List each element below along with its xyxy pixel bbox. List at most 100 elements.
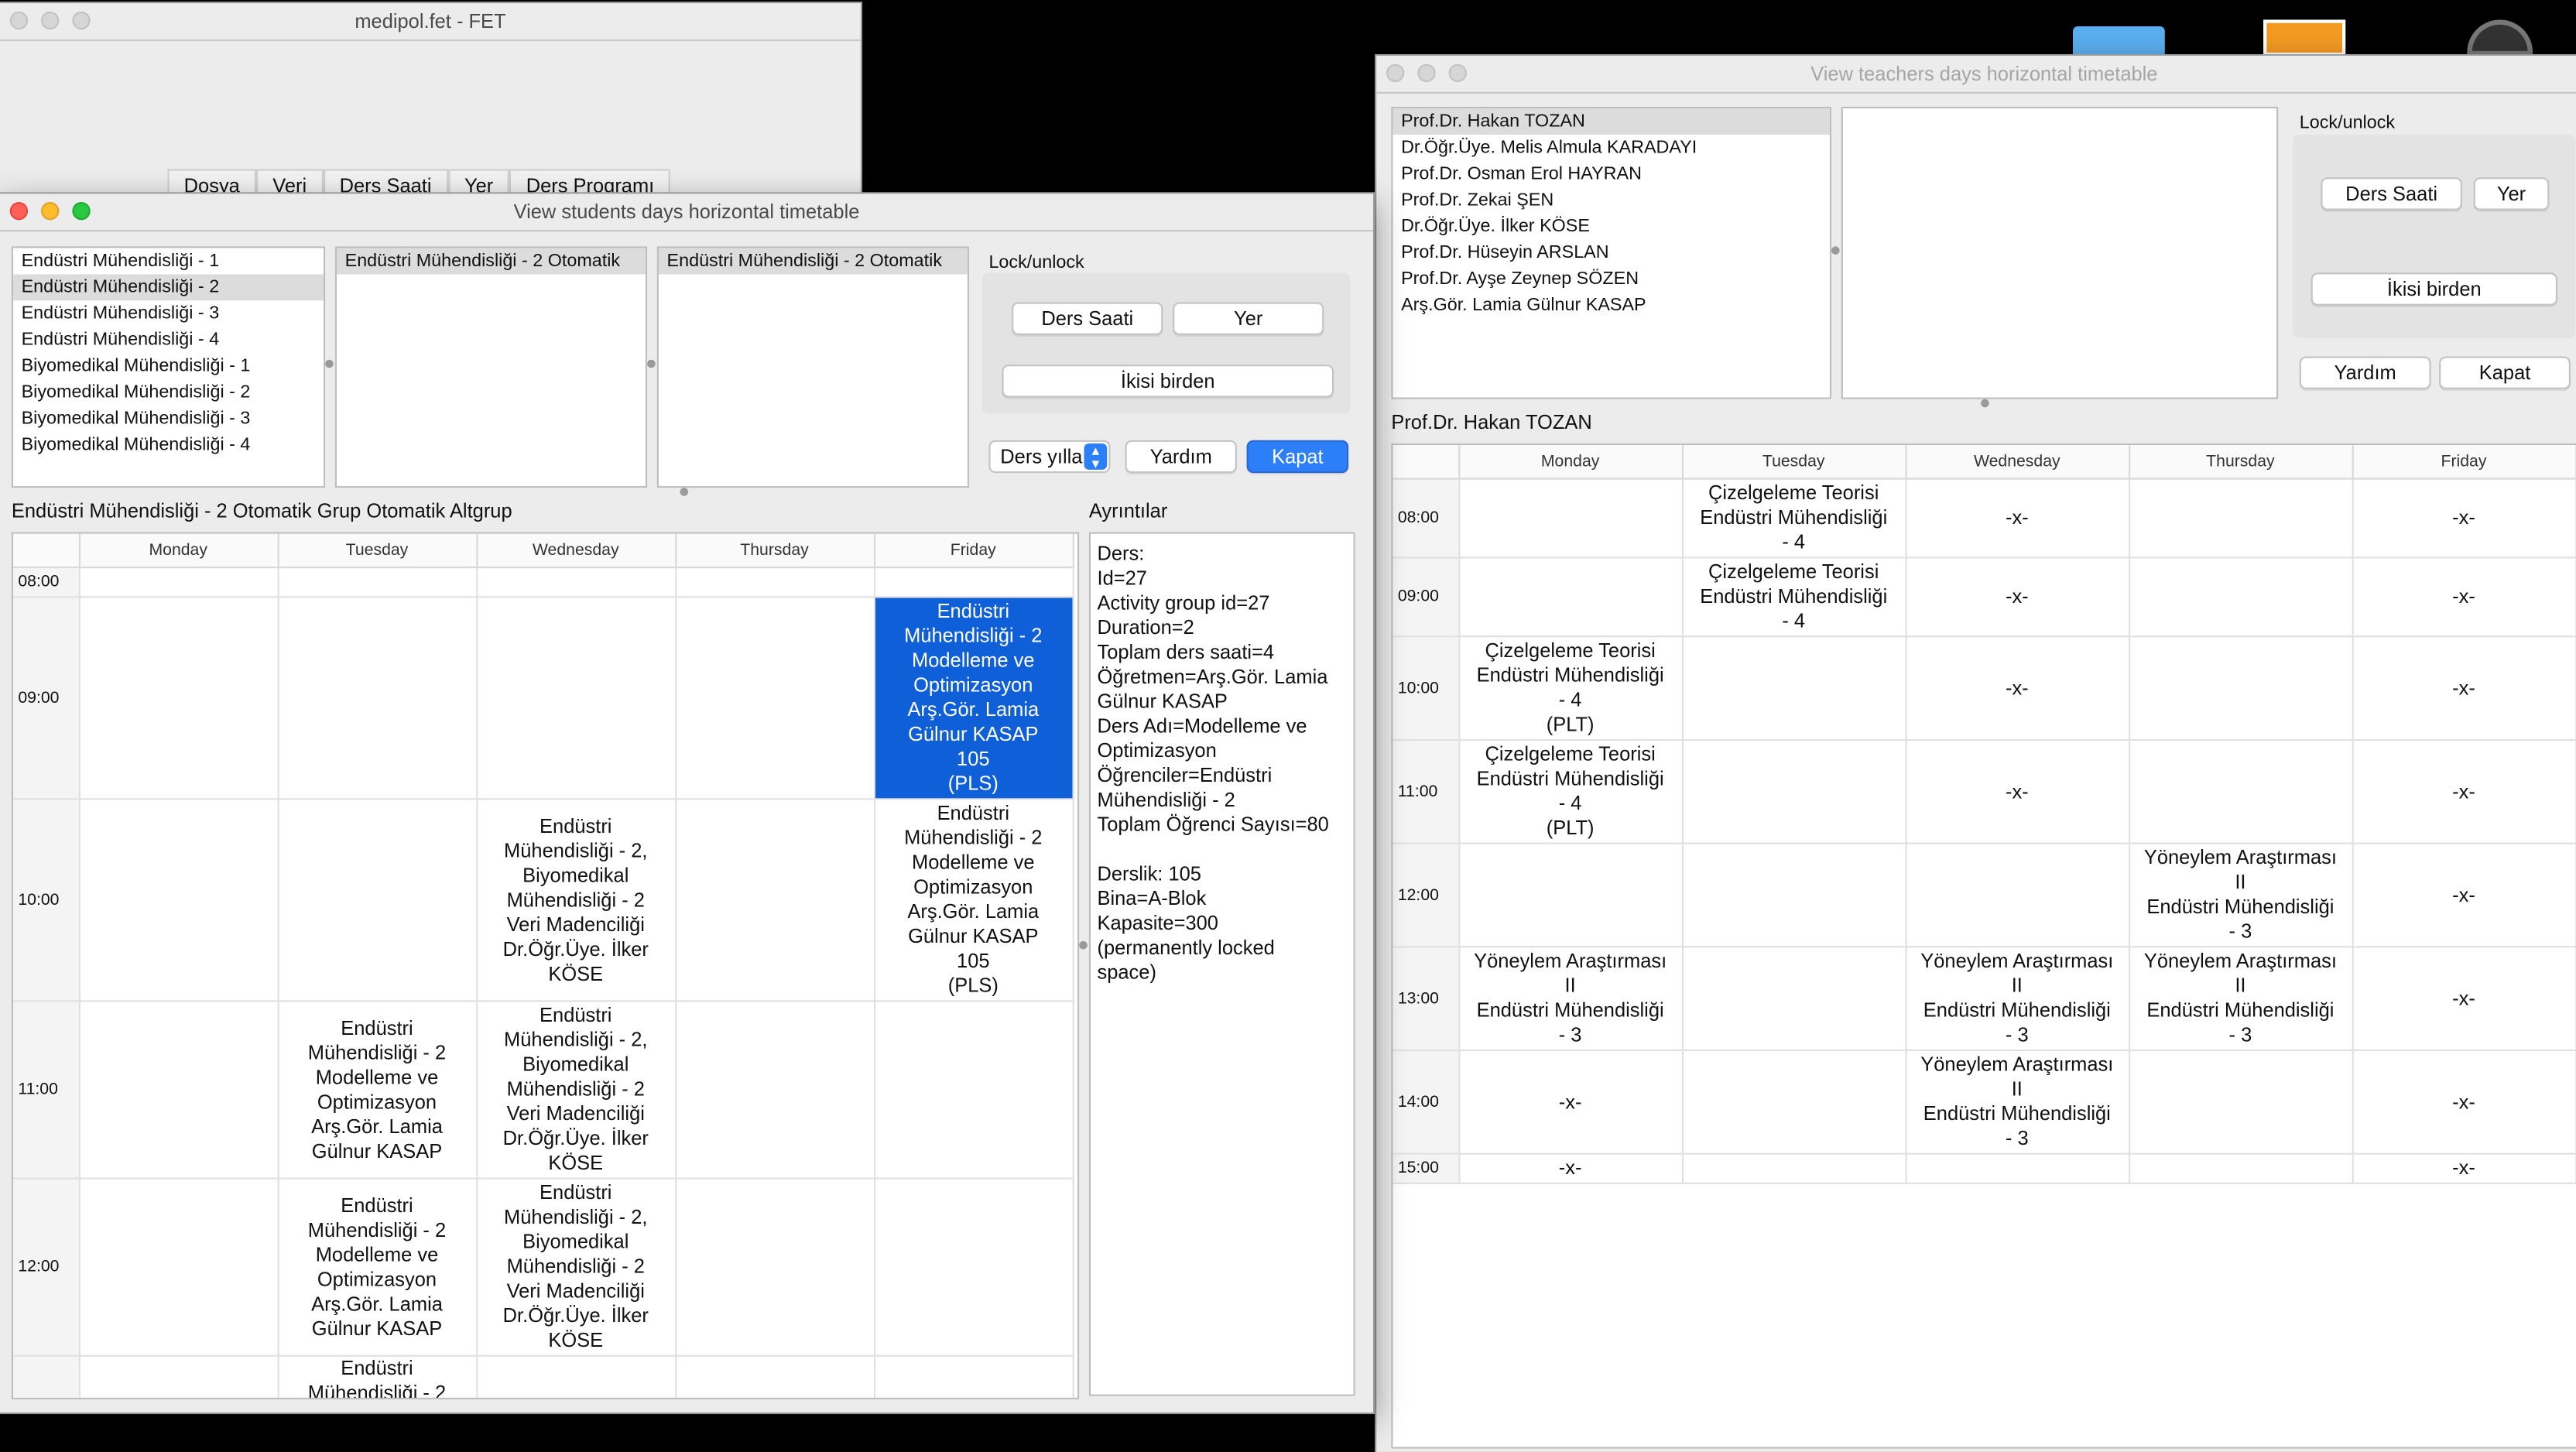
timetable-cell[interactable] [78,1178,279,1357]
timetable-cell[interactable] [78,1355,279,1398]
splitter-handle[interactable] [325,359,334,368]
timetable-cell[interactable]: -x- [1905,636,2130,741]
timetable-cell[interactable] [476,597,677,800]
timetable-cell[interactable]: Yöneylem Araştırması II Endüstri Mühendi… [1458,947,1683,1052]
list-item[interactable]: Dr.Öğr.Üye. İlker KÖSE [1392,214,1829,240]
zoom-icon[interactable] [72,11,91,30]
timetable-cell[interactable]: -x- [1458,1153,1683,1184]
kapat-button[interactable]: Kapat [1246,440,1349,474]
list-item[interactable]: Endüstri Mühendisliği - 2 Otomatik [658,248,968,275]
timetable-cell[interactable] [1681,1050,1906,1155]
hour-header[interactable] [12,1355,80,1398]
timetable-cell[interactable] [675,1355,875,1398]
timetable-cell[interactable]: Endüstri Mühendisliği - 2, Biyomedikal M… [476,1178,677,1357]
hour-header[interactable]: 14:00 [1392,1050,1460,1155]
timetable-cell[interactable] [1681,843,1906,948]
minimize-icon[interactable] [41,11,60,30]
hour-header[interactable]: 11:00 [12,1001,80,1180]
list-item[interactable]: Prof.Dr. Zekai ŞEN [1392,187,1829,214]
timetable-cell[interactable]: Yöneylem Araştırması II Endüstri Mühendi… [2129,843,2353,948]
list-item[interactable]: Biyomedikal Mühendisliği - 4 [13,432,324,458]
timetable-cell[interactable] [1681,1153,1906,1184]
timetable-cell[interactable] [1905,1153,2130,1184]
ders-saati-button[interactable]: Ders Saati [1012,302,1163,335]
year-list[interactable]: Endüstri Mühendisliği - 1 Endüstri Mühen… [11,246,326,488]
close-icon[interactable] [1386,63,1405,83]
teacher-list[interactable]: Prof.Dr. Hakan TOZAN Dr.Öğr.Üye. Melis A… [1391,106,1832,399]
document-icon[interactable] [2263,19,2346,57]
drive-icon[interactable] [2467,19,2533,57]
timetable-cell[interactable] [675,597,875,800]
timetable-cell[interactable]: -x- [2352,1050,2576,1155]
timetable-cell[interactable] [78,597,279,800]
timetable-cell[interactable]: Çizelgeleme Teorisi Endüstri Mühendisliğ… [1458,636,1683,741]
timetable-cell[interactable] [2129,636,2353,741]
day-header[interactable]: Friday [873,533,1074,569]
list-item[interactable]: Endüstri Mühendisliği - 2 [12,274,324,301]
timetable-cell[interactable] [2129,478,2353,559]
day-header[interactable]: Thursday [2129,445,2353,480]
timetable-cell[interactable] [476,1355,677,1398]
kapat-button[interactable]: Kapat [2439,356,2571,389]
hour-header[interactable]: 15:00 [1392,1153,1460,1184]
list-item[interactable]: Biyomedikal Mühendisliği - 1 [13,353,324,379]
timetable-cell[interactable] [1681,636,1906,741]
timetable-cell[interactable] [873,1178,1074,1357]
list-item[interactable]: Prof.Dr. Ayşe Zeynep SÖZEN [1392,266,1829,293]
splitter-handle[interactable] [1981,399,1989,408]
splitter-handle[interactable] [1079,940,1088,950]
timetable-cell[interactable]: Çizelgeleme Teorisi Endüstri Mühendisliğ… [1681,557,1906,638]
timetable-cell[interactable] [873,567,1074,598]
splitter-handle[interactable] [680,488,689,496]
timetable-cell[interactable] [2129,1153,2353,1184]
list-item[interactable]: Arş.Gör. Lamia Gülnur KASAP [1392,293,1829,319]
splitter-handle[interactable] [647,359,656,368]
day-header[interactable]: Monday [1458,445,1683,480]
list-item[interactable]: Endüstri Mühendisliği - 1 [13,248,324,274]
list-item[interactable]: Prof.Dr. Hüseyin ARSLAN [1392,240,1829,266]
hour-header[interactable]: 08:00 [12,567,80,598]
timetable-cell[interactable]: -x- [1905,739,2130,844]
hour-header[interactable]: 13:00 [1392,947,1460,1052]
timetable-cell[interactable] [675,1001,875,1180]
hour-header[interactable]: 11:00 [1392,739,1460,844]
yer-button[interactable]: Yer [1173,302,1324,335]
hour-header[interactable]: 10:00 [1392,636,1460,741]
close-icon[interactable] [9,11,29,30]
timetable-cell[interactable]: -x- [2352,1153,2576,1184]
timetable-cell[interactable]: Endüstri Mühendisliği - 2 Modelleme ve O… [277,1001,478,1180]
timetable-cell[interactable]: -x- [1905,478,2130,559]
yardim-button[interactable]: Yardım [2299,356,2431,389]
timetable-cell[interactable] [1458,557,1683,638]
timetable-cell[interactable] [1458,478,1683,559]
day-header[interactable]: Thursday [675,533,875,569]
timetable-cell[interactable] [78,799,279,1002]
day-header[interactable]: Monday [78,533,279,569]
timetable-cell[interactable]: -x- [2352,557,2576,638]
hour-header[interactable]: 09:00 [12,597,80,800]
teacher-detail-list[interactable] [1841,106,2279,399]
timetable-cell[interactable]: -x- [1905,557,2130,638]
timetable-cell[interactable] [675,799,875,1002]
timetable-cell[interactable]: -x- [2352,947,2576,1052]
timetable-cell[interactable]: Yöneylem Araştırması II Endüstri Mühendi… [1905,1050,2130,1155]
day-header[interactable]: Wednesday [1905,445,2130,480]
details-panel[interactable]: Ders: Id=27 Activity group id=27 Duratio… [1088,532,1355,1396]
list-item[interactable]: Prof.Dr. Osman Erol HAYRAN [1392,161,1829,187]
zoom-icon[interactable] [1448,63,1467,83]
timetable-cell[interactable] [1681,739,1906,844]
hour-header[interactable]: 08:00 [1392,478,1460,559]
timetable-cell[interactable]: Çizelgeleme Teorisi Endüstri Mühendisliğ… [1681,478,1906,559]
timetable-cell[interactable] [1905,843,2130,948]
timetable-cell[interactable]: Çizelgeleme Teorisi Endüstri Mühendisliğ… [1458,739,1683,844]
year-select[interactable]: Ders yılla ▴ ▾ [988,440,1111,474]
day-header[interactable]: Friday [2352,445,2576,480]
subgroup-list[interactable]: Endüstri Mühendisliği - 2 Otomatik [656,246,969,488]
timetable-cell[interactable]: -x- [2352,739,2576,844]
timetable-cell[interactable]: Endüstri Mühendisliği - 2 Modelleme ve O… [873,799,1074,1002]
splitter-handle[interactable] [1831,246,1840,255]
yardim-button[interactable]: Yardım [1125,440,1237,474]
timetable-cell[interactable]: -x- [2352,636,2576,741]
hour-header[interactable]: 12:00 [12,1178,80,1357]
timetable-cell[interactable] [277,597,478,800]
